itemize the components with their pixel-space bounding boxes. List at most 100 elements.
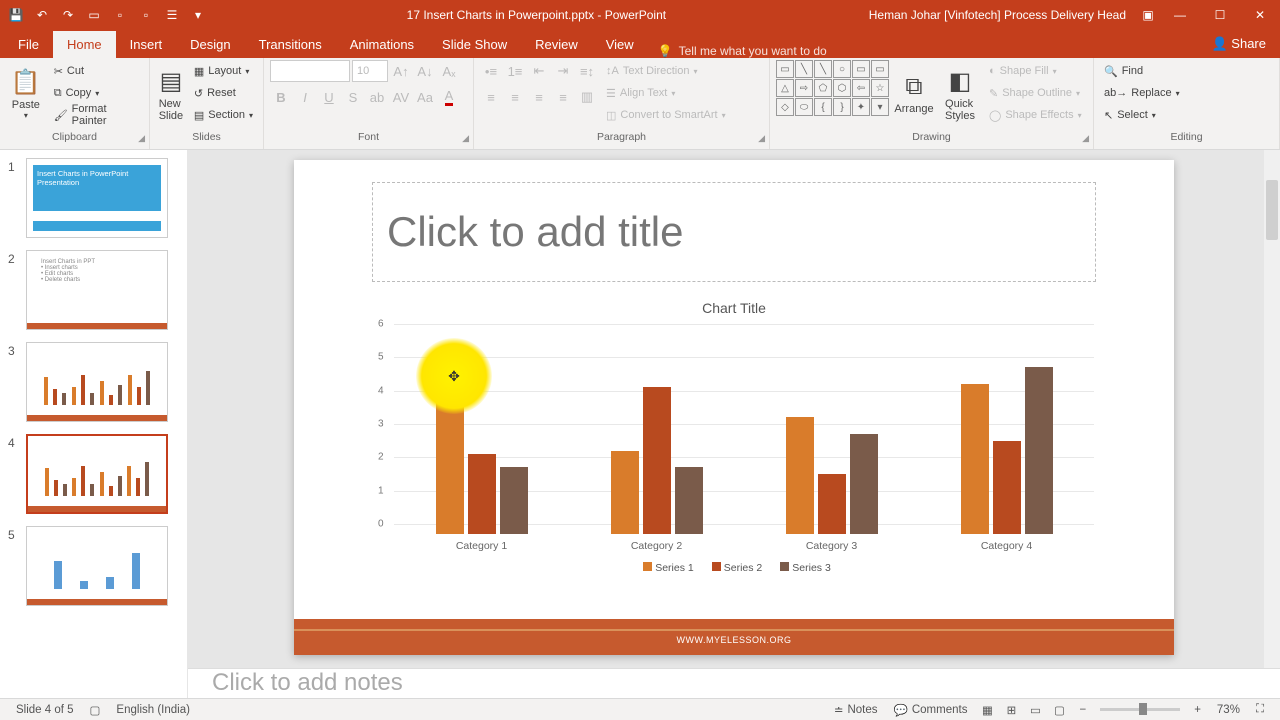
tab-insert[interactable]: Insert: [116, 31, 177, 58]
italic-icon[interactable]: I: [294, 86, 316, 108]
bullets-icon[interactable]: •≡: [480, 60, 502, 82]
slide-thumb-4[interactable]: [26, 434, 168, 514]
new-slide-button[interactable]: ▤New Slide: [156, 60, 186, 128]
reading-view-icon[interactable]: ▭: [1023, 703, 1047, 717]
align-left-icon[interactable]: ≡: [480, 86, 502, 108]
tab-transitions[interactable]: Transitions: [245, 31, 336, 58]
shape-fill-button[interactable]: ◐Shape Fill▾: [985, 60, 1086, 82]
chart-bar[interactable]: [675, 467, 703, 534]
shadow-icon[interactable]: S: [342, 86, 364, 108]
dialog-launcher-icon[interactable]: ◢: [1082, 133, 1089, 144]
chart-bar[interactable]: [961, 384, 989, 534]
shape-effects-button[interactable]: ◯Shape Effects▾: [985, 104, 1086, 126]
zoom-out-button[interactable]: −: [1071, 704, 1094, 716]
decrease-indent-icon[interactable]: ⇤: [528, 60, 550, 82]
replace-button[interactable]: ab→Replace▾: [1100, 82, 1184, 104]
shapes-gallery[interactable]: ▭╲╲○▭▭ △⇨⬠⬡⇦☆ ◇⬭{}✦▾: [776, 60, 889, 116]
tab-home[interactable]: Home: [53, 31, 116, 58]
dialog-launcher-icon[interactable]: ◢: [462, 133, 469, 144]
find-button[interactable]: 🔍Find: [1100, 60, 1184, 82]
columns-icon[interactable]: ▥: [576, 86, 598, 108]
sorter-view-icon[interactable]: ⊞: [999, 703, 1023, 717]
qat-icon[interactable]: ▫: [134, 3, 158, 27]
font-family-input[interactable]: [270, 60, 350, 82]
justify-icon[interactable]: ≡: [552, 86, 574, 108]
numbering-icon[interactable]: 1≡: [504, 60, 526, 82]
font-color-icon[interactable]: A: [438, 86, 460, 108]
change-case-icon[interactable]: Aa: [414, 86, 436, 108]
tab-view[interactable]: View: [592, 31, 648, 58]
slide-thumb-2[interactable]: Insert Charts in PPT• Insert charts• Edi…: [26, 250, 168, 330]
chart-bar[interactable]: [643, 387, 671, 534]
chart-title[interactable]: Chart Title: [374, 300, 1094, 316]
layout-button[interactable]: ▦Layout▾: [190, 60, 257, 82]
slide-thumb-5[interactable]: [26, 526, 168, 606]
slideshow-view-icon[interactable]: ▢: [1047, 703, 1071, 717]
normal-view-icon[interactable]: ▦: [975, 703, 999, 717]
chart-bar[interactable]: [850, 434, 878, 534]
tab-file[interactable]: File: [4, 31, 53, 58]
slide-counter[interactable]: Slide 4 of 5: [8, 704, 82, 716]
chart-bar[interactable]: [436, 391, 464, 534]
dialog-launcher-icon[interactable]: ◢: [138, 133, 145, 144]
strikethrough-icon[interactable]: ab: [366, 86, 388, 108]
format-painter-button[interactable]: 🖌Format Painter: [50, 104, 143, 126]
slide-thumb-3[interactable]: [26, 342, 168, 422]
chart-bar[interactable]: [786, 417, 814, 534]
slide-thumb-1[interactable]: Insert Charts in PowerPoint Presentation: [26, 158, 168, 238]
chart-plot-area[interactable]: ✥ 0123456: [394, 324, 1094, 534]
align-center-icon[interactable]: ≡: [504, 86, 526, 108]
slide-editor[interactable]: Click to add title Chart Title ✥ 0123456…: [188, 150, 1280, 698]
scrollbar-thumb[interactable]: [1266, 180, 1278, 240]
char-spacing-icon[interactable]: AV: [390, 86, 412, 108]
dialog-launcher-icon[interactable]: ◢: [758, 133, 765, 144]
font-size-input[interactable]: [352, 60, 388, 82]
qat-icon[interactable]: ▫: [108, 3, 132, 27]
shrink-font-icon[interactable]: A↓: [414, 60, 436, 82]
minimize-button[interactable]: —: [1160, 0, 1200, 30]
convert-smartart-button[interactable]: ◫Convert to SmartArt▾: [602, 104, 730, 126]
fit-to-window-icon[interactable]: ⛶: [1248, 703, 1272, 716]
ribbon-display-icon[interactable]: ▣: [1136, 3, 1160, 27]
clear-formatting-icon[interactable]: Aₓ: [438, 60, 460, 82]
chart-bar[interactable]: [468, 454, 496, 534]
section-button[interactable]: ▤Section▾: [190, 104, 257, 126]
chart-bar[interactable]: [818, 474, 846, 534]
spell-check-icon[interactable]: ▢: [82, 703, 109, 717]
slide-canvas[interactable]: Click to add title Chart Title ✥ 0123456…: [294, 160, 1174, 655]
arrange-button[interactable]: ⧉Arrange: [893, 60, 935, 128]
grow-font-icon[interactable]: A↑: [390, 60, 412, 82]
undo-icon[interactable]: ↶: [30, 3, 54, 27]
line-spacing-icon[interactable]: ≡↕: [576, 60, 598, 82]
notes-button[interactable]: ≐ Notes: [826, 703, 886, 717]
vertical-scrollbar[interactable]: [1264, 150, 1280, 668]
start-from-beginning-icon[interactable]: ▭: [82, 3, 106, 27]
share-button[interactable]: 👤 Share: [1197, 30, 1280, 58]
bold-icon[interactable]: B: [270, 86, 292, 108]
tab-design[interactable]: Design: [176, 31, 244, 58]
chart-bar[interactable]: [993, 441, 1021, 534]
maximize-button[interactable]: ☐: [1200, 0, 1240, 30]
zoom-slider[interactable]: [1100, 708, 1180, 711]
chart-bar[interactable]: [500, 467, 528, 534]
save-icon[interactable]: 💾: [4, 3, 28, 27]
text-direction-button[interactable]: ↕AText Direction▾: [602, 60, 730, 82]
title-placeholder[interactable]: Click to add title: [372, 182, 1096, 282]
copy-button[interactable]: ⧉Copy▾: [50, 82, 143, 104]
tab-slideshow[interactable]: Slide Show: [428, 31, 521, 58]
chart-object[interactable]: Chart Title ✥ 0123456 Category 1Category…: [374, 300, 1094, 585]
reset-button[interactable]: ↺Reset: [190, 82, 257, 104]
close-button[interactable]: ✕: [1240, 0, 1280, 30]
chart-bar[interactable]: [611, 451, 639, 534]
chart-bar[interactable]: [1025, 367, 1053, 534]
select-button[interactable]: ↖Select▾: [1100, 104, 1184, 126]
shape-outline-button[interactable]: ✎Shape Outline▾: [985, 82, 1086, 104]
chart-legend[interactable]: Series 1Series 2Series 3: [374, 562, 1094, 574]
language-indicator[interactable]: English (India): [108, 704, 198, 716]
paste-button[interactable]: 📋Paste▾: [6, 60, 46, 128]
increase-indent-icon[interactable]: ⇥: [552, 60, 574, 82]
quick-styles-button[interactable]: ◧Quick Styles: [939, 60, 981, 128]
tab-animations[interactable]: Animations: [336, 31, 428, 58]
redo-icon[interactable]: ↷: [56, 3, 80, 27]
notes-placeholder[interactable]: Click to add notes: [188, 668, 1280, 698]
